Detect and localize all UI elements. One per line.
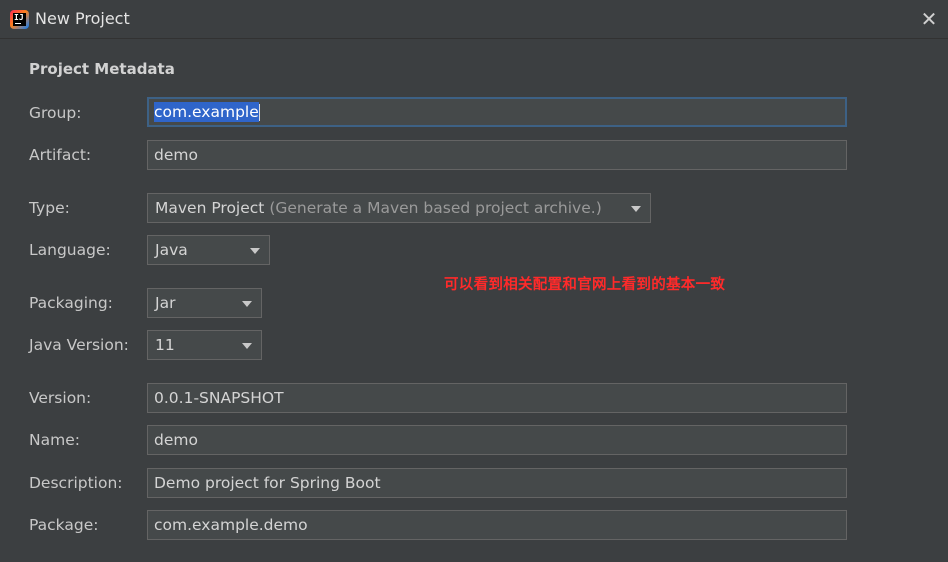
version-label: Version:: [29, 389, 92, 407]
name-input[interactable]: demo: [147, 425, 847, 455]
chevron-down-icon: [242, 301, 252, 307]
type-label: Type:: [29, 199, 70, 217]
type-hint: (Generate a Maven based project archive.…: [269, 199, 602, 217]
package-label: Package:: [29, 516, 99, 534]
type-select[interactable]: Maven Project (Generate a Maven based pr…: [147, 193, 651, 223]
window-title: New Project: [35, 9, 130, 28]
red-annotation-text: 可以看到相关配置和官网上看到的基本一致: [444, 277, 726, 293]
title-bar: IJ New Project ✕: [0, 0, 948, 39]
group-value: com.example: [154, 102, 259, 122]
java-version-value: 11: [155, 336, 175, 354]
app-icon-text: IJ: [14, 13, 24, 22]
version-input[interactable]: 0.0.1-SNAPSHOT: [147, 383, 847, 413]
packaging-select[interactable]: Jar: [147, 288, 262, 318]
intellij-idea-icon: IJ: [10, 10, 29, 29]
type-value: Maven Project: [155, 199, 265, 217]
language-value: Java: [155, 241, 188, 259]
text-caret: [258, 104, 260, 121]
language-label: Language:: [29, 241, 111, 259]
packaging-value: Jar: [155, 294, 176, 312]
chevron-down-icon: [631, 206, 641, 212]
group-input[interactable]: com.example: [147, 97, 847, 127]
artifact-input[interactable]: demo: [147, 140, 847, 170]
description-label: Description:: [29, 474, 123, 492]
packaging-label: Packaging:: [29, 294, 113, 312]
language-select[interactable]: Java: [147, 235, 270, 265]
close-icon[interactable]: ✕: [916, 6, 942, 32]
group-label: Group:: [29, 104, 82, 122]
section-title: Project Metadata: [29, 60, 175, 78]
java-version-select[interactable]: 11: [147, 330, 262, 360]
artifact-label: Artifact:: [29, 146, 92, 164]
description-input[interactable]: Demo project for Spring Boot: [147, 468, 847, 498]
package-input[interactable]: com.example.demo: [147, 510, 847, 540]
name-label: Name:: [29, 431, 80, 449]
chevron-down-icon: [250, 248, 260, 254]
chevron-down-icon: [242, 343, 252, 349]
java-version-label: Java Version:: [29, 336, 129, 354]
